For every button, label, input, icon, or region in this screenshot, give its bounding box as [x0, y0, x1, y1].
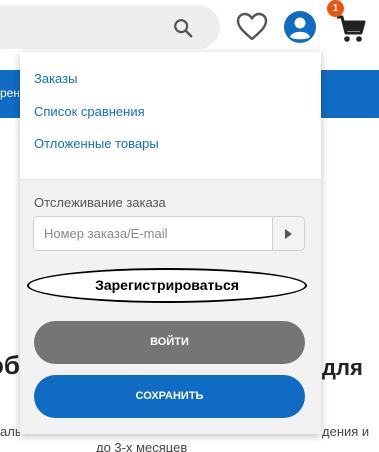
page-text-fragment-left: алы — [0, 424, 20, 439]
orders-link[interactable]: Заказы — [34, 71, 77, 86]
play-icon — [285, 229, 292, 239]
page-heading-fragment-right: для — [322, 355, 363, 380]
cart-count-badge: 1 — [327, 0, 344, 17]
register-button[interactable]: Зарегистрироваться — [27, 268, 307, 303]
user-icon[interactable] — [283, 10, 317, 44]
nav-bar-text: рен — [0, 86, 19, 100]
order-tracking-input[interactable] — [34, 217, 272, 250]
compare-list-link[interactable]: Список сравнения — [34, 104, 145, 119]
order-tracking-label: Отслеживание заказа — [34, 195, 166, 210]
save-button[interactable]: СОХРАНИТЬ — [34, 375, 305, 418]
account-links: Заказы Список сравнения Отложенные товар… — [20, 52, 321, 180]
tracking-submit-button[interactable] — [272, 217, 304, 250]
page-heading-fragment-left: об — [0, 350, 20, 380]
page-text-fragment-right: дения и — [322, 424, 370, 439]
cart-icon[interactable] — [336, 14, 366, 44]
search-icon[interactable] — [172, 17, 194, 39]
login-button[interactable]: ВОЙТИ — [34, 321, 305, 364]
heart-icon[interactable] — [236, 12, 268, 42]
order-tracking-field — [33, 216, 305, 251]
search-bar[interactable] — [0, 5, 220, 49]
saved-items-link[interactable]: Отложенные товары — [34, 136, 159, 151]
page-text-fragment-bottom: до 3-х месяцев — [96, 440, 188, 452]
